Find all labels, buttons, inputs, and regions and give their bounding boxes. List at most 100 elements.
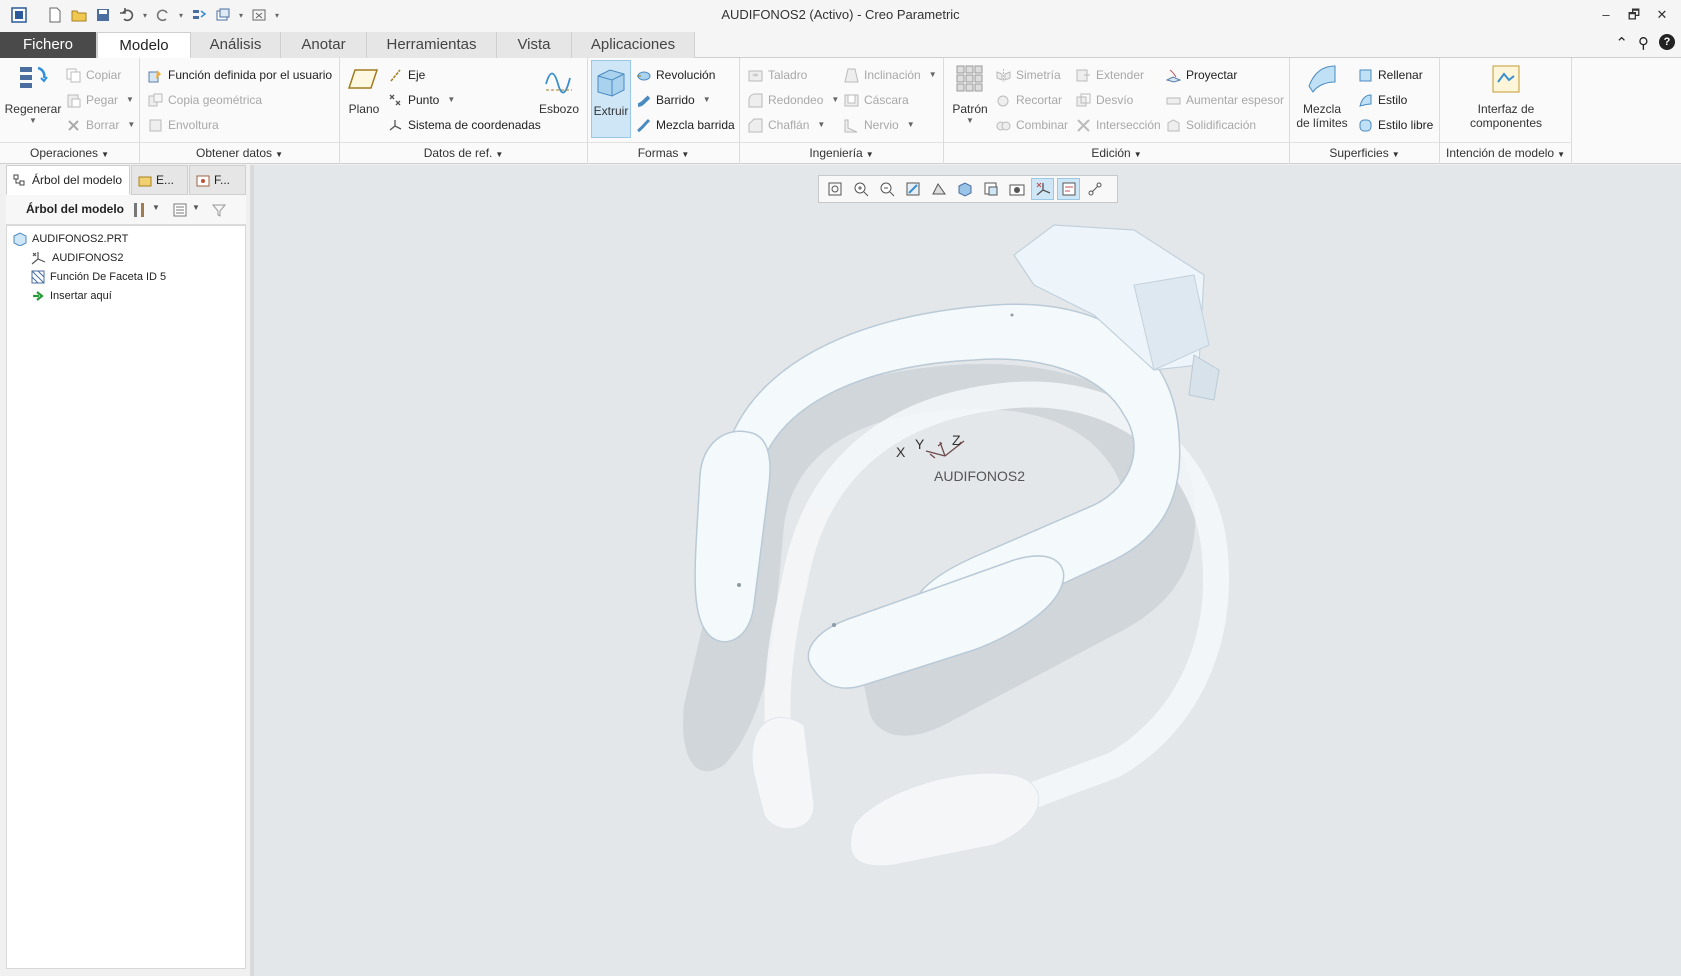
group-label-formas[interactable]: Formas ▼ [588, 142, 739, 162]
folder-browser-icon [138, 176, 152, 186]
extender-button[interactable]: Extender [1076, 64, 1144, 86]
tab-aplicaciones[interactable]: Aplicaciones [572, 32, 695, 58]
tree-item-part[interactable]: AUDIFONOS2.PRT [13, 229, 128, 249]
eje-button[interactable]: Eje [388, 64, 425, 86]
paste-icon [67, 94, 81, 107]
open-folder-icon[interactable] [68, 4, 90, 26]
help-icon[interactable]: ? [1659, 34, 1675, 50]
redo-dropdown-icon[interactable]: ▾ [176, 4, 186, 26]
envoltura-button[interactable]: Envoltura [148, 114, 219, 136]
windows-icon[interactable] [212, 4, 234, 26]
graphics-window[interactable]: X Y Z AUDIFONOS2 [254, 165, 1681, 976]
extruir-button[interactable]: Extruir [591, 60, 631, 138]
revolucion-label: Revolución [656, 68, 716, 82]
group-label-operaciones[interactable]: Operaciones ▼ [0, 142, 139, 162]
chevron-down-icon: ▼ [1133, 150, 1142, 159]
inclinacion-button[interactable]: Inclinación ▼ [844, 64, 937, 86]
tab-model-tree[interactable]: Árbol del modelo [6, 165, 130, 195]
tab-anotar[interactable]: Anotar [281, 32, 367, 58]
cascara-button[interactable]: Cáscara [844, 89, 909, 111]
borrar-button[interactable]: Borrar ▼ [66, 114, 135, 136]
estilo-button[interactable]: Estilo [1358, 89, 1407, 111]
proyectar-button[interactable]: Proyectar [1166, 64, 1237, 86]
group-label-intencion[interactable]: Intención de modelo ▼ [1440, 142, 1571, 162]
estilo-libre-button[interactable]: Estilo libre [1358, 114, 1433, 136]
tab-fichero[interactable]: Fichero [0, 32, 97, 58]
close-button[interactable]: ✕ [1649, 4, 1675, 26]
close-window-icon[interactable] [248, 4, 270, 26]
group-label-obtener-datos[interactable]: Obtener datos ▼ [140, 142, 339, 162]
group-label-superficies[interactable]: Superficies ▼ [1290, 142, 1439, 162]
pegar-button[interactable]: Pegar ▼ [66, 89, 134, 111]
mezcla-barrida-button[interactable]: Mezcla barrida [636, 114, 735, 136]
regenerar-button[interactable]: Regenerar ▼ [4, 62, 62, 125]
regenerate-icon [20, 66, 48, 88]
headphone-model[interactable] [254, 165, 1681, 976]
nervio-button[interactable]: Nervio ▼ [844, 114, 915, 136]
chevron-down-icon[interactable]: ▼ [192, 203, 200, 212]
aumentar-espesor-button[interactable]: Aumentar espesor [1166, 89, 1284, 111]
simetria-button[interactable]: Simetría [996, 64, 1061, 86]
model-ghost-pods [751, 716, 1040, 867]
regenerate-icon[interactable] [188, 4, 210, 26]
desvio-button[interactable]: Desvío [1076, 89, 1133, 111]
sistema-coordenadas-button[interactable]: Sistema de coordenadas [388, 114, 541, 136]
undo-icon[interactable] [116, 4, 138, 26]
windows-dropdown-icon[interactable]: ▾ [236, 4, 246, 26]
tree-item-csys[interactable]: AUDIFONOS2 [31, 248, 124, 268]
undo-dropdown-icon[interactable]: ▾ [140, 4, 150, 26]
tab-vista[interactable]: Vista [497, 32, 572, 58]
taladro-button[interactable]: Taladro [748, 64, 807, 86]
save-icon[interactable] [92, 4, 114, 26]
tree-item-insert-here[interactable]: Insertar aquí [31, 286, 112, 306]
tab-analisis[interactable]: Análisis [191, 32, 281, 58]
rellenar-button[interactable]: Rellenar [1358, 64, 1423, 86]
group-label-edicion[interactable]: Edición ▼ [944, 142, 1289, 162]
redo-icon[interactable] [152, 4, 174, 26]
funcion-usuario-button[interactable]: Función definida por el usuario [148, 64, 332, 86]
chevron-down-icon[interactable]: ▼ [152, 203, 160, 212]
recortar-button[interactable]: Recortar [996, 89, 1062, 111]
punto-button[interactable]: Punto ▼ [388, 89, 455, 111]
plano-button[interactable]: Plano [344, 62, 384, 116]
filter-icon[interactable] [211, 202, 227, 218]
interfaz-componentes-button[interactable]: Interfaz de componentes [1452, 62, 1560, 130]
udf-icon [148, 69, 161, 82]
chevron-down-icon: ▼ [865, 150, 874, 159]
chaflan-button[interactable]: Chaflán ▼ [748, 114, 825, 136]
minimize-button[interactable]: – [1593, 4, 1619, 26]
new-file-icon[interactable] [44, 4, 66, 26]
group-superficies: Mezcla de límites Rellenar Estilo Estilo… [1290, 58, 1440, 164]
regenerar-label: Regenerar [4, 102, 62, 116]
search-icon[interactable]: ⚲ [1638, 34, 1649, 52]
revolucion-button[interactable]: Revolución [636, 64, 715, 86]
tab-explorer[interactable]: E... [131, 165, 188, 195]
patron-button[interactable]: Patrón ▼ [948, 62, 992, 125]
esbozo-button[interactable]: Esbozo [536, 62, 582, 116]
tab-modelo[interactable]: Modelo [97, 32, 191, 59]
tab-model-tree-label: Árbol del modelo [32, 173, 123, 187]
tab-herramientas[interactable]: Herramientas [367, 32, 497, 58]
group-label-datos-ref[interactable]: Datos de ref. ▼ [340, 142, 587, 162]
interseccion-button[interactable]: Intersección [1076, 114, 1161, 136]
redondeo-button[interactable]: Redondeo ▼ [748, 89, 839, 111]
ribbon-tabs: Fichero Modelo Análisis Anotar Herramien… [0, 30, 1681, 59]
settings-tools-icon[interactable] [132, 202, 148, 218]
restore-button[interactable]: 🗗 [1621, 4, 1647, 26]
solidificacion-button[interactable]: Solidificación [1166, 114, 1256, 136]
pattern-icon [956, 65, 983, 92]
combinar-button[interactable]: Combinar [996, 114, 1068, 136]
tab-favorites[interactable]: F... [189, 165, 246, 195]
copia-geometrica-button[interactable]: Copia geométrica [148, 89, 262, 111]
customize-qat-icon[interactable]: ▾ [272, 4, 282, 26]
tree-item-facet[interactable]: Función De Faceta ID 5 [31, 267, 166, 287]
collapse-ribbon-icon[interactable]: ⌃ [1615, 34, 1628, 52]
favorites-icon [196, 175, 210, 186]
group-label-ingenieria[interactable]: Ingeniería ▼ [740, 142, 943, 162]
mezcla-limites-button[interactable]: Mezcla de límites [1292, 62, 1352, 130]
app-menu-icon[interactable] [8, 4, 30, 26]
csys-name-label[interactable]: AUDIFONOS2 [934, 468, 1025, 484]
barrido-button[interactable]: Barrido ▼ [636, 89, 711, 111]
copiar-button[interactable]: Copiar [66, 64, 121, 86]
show-list-icon[interactable] [172, 202, 188, 218]
